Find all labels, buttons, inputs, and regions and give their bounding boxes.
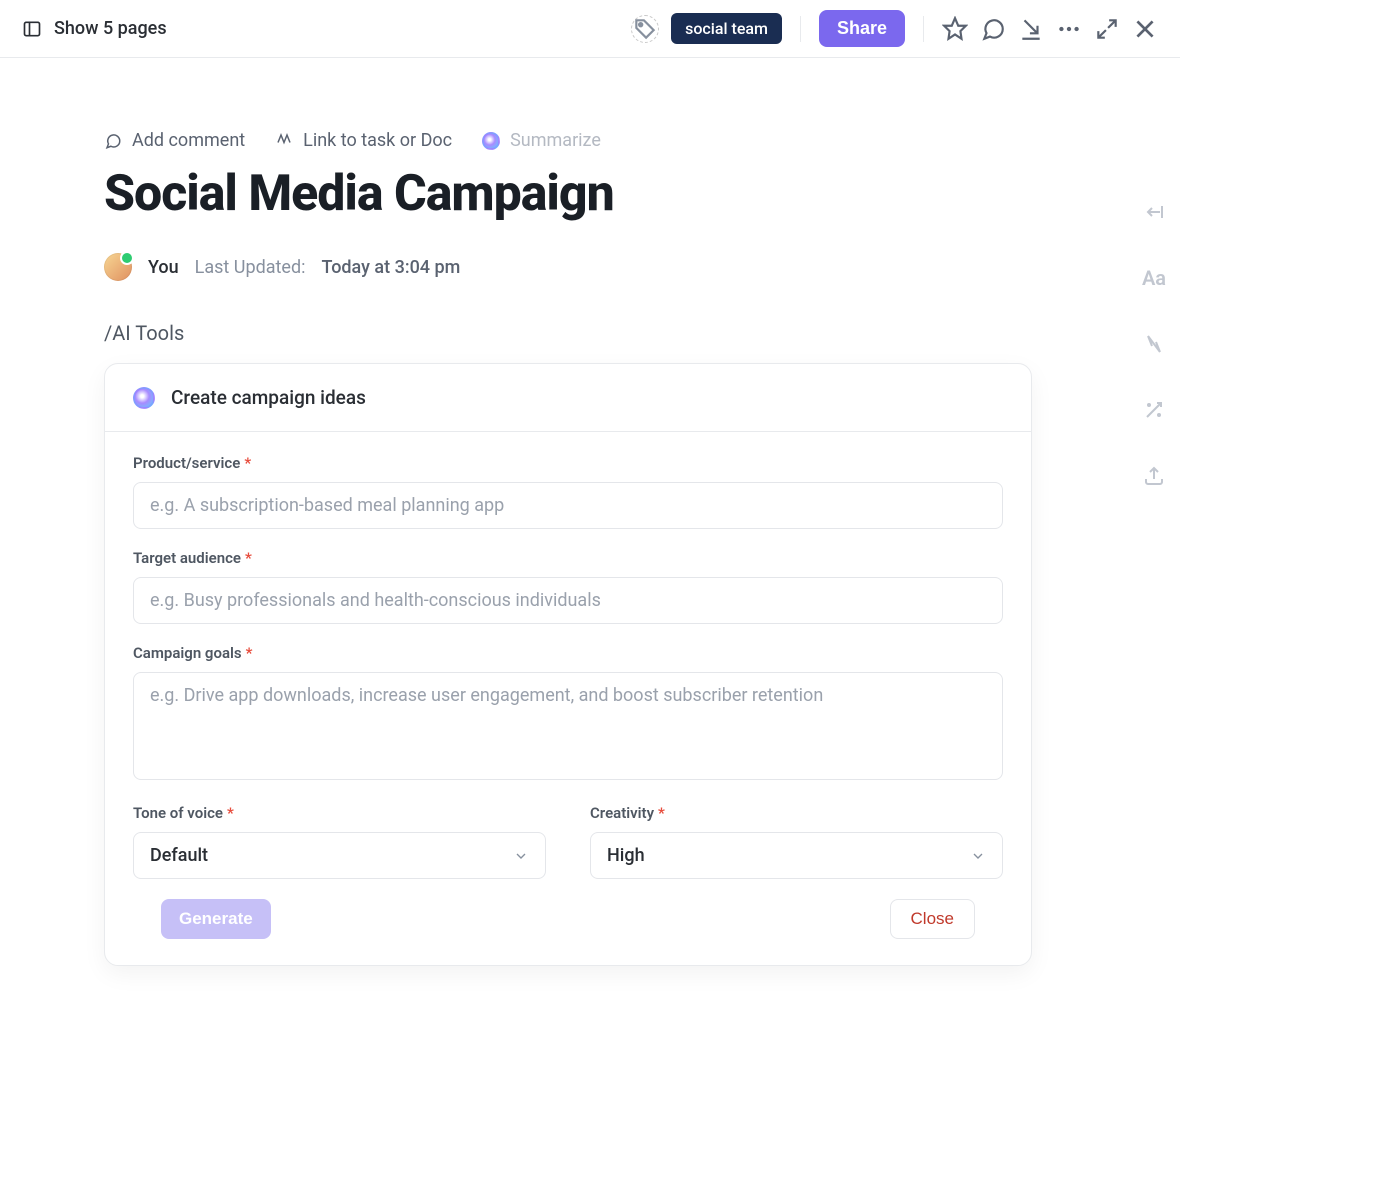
audience-input[interactable] [133,577,1003,624]
avatar[interactable] [104,253,132,281]
expand-icon[interactable] [1094,16,1120,42]
required-marker: * [245,549,252,567]
tone-value: Default [150,845,208,866]
add-tag-icon[interactable] [631,15,659,43]
link-task-action[interactable]: Link to task or Doc [275,130,452,151]
divider [923,16,924,42]
more-icon[interactable] [1056,16,1082,42]
goals-label: Campaign goals [133,644,242,662]
tone-label: Tone of voice [133,804,223,822]
upload-icon[interactable] [1142,464,1166,488]
summarize-action[interactable]: Summarize [482,130,601,151]
sidebar-toggle-icon[interactable] [22,19,42,39]
goals-input[interactable] [133,672,1003,780]
required-marker: * [244,454,251,472]
star-icon[interactable] [942,16,968,42]
tone-select[interactable]: Default [133,832,546,879]
ai-icon [482,132,500,150]
creativity-value: High [607,845,645,866]
link-icon [275,132,293,150]
link-task-label: Link to task or Doc [303,130,452,151]
summarize-label: Summarize [510,130,601,151]
ai-card-title: Create campaign ideas [171,386,366,409]
product-label: Product/service [133,454,240,472]
add-comment-label: Add comment [132,130,245,151]
updated-timestamp: Today at 3:04 pm [321,257,460,278]
close-icon[interactable] [1132,16,1158,42]
magic-wand-icon[interactable] [1142,398,1166,422]
tag-social-team[interactable]: social team [671,13,782,44]
ai-tool-card: Create campaign ideas Product/service* T… [104,363,1032,966]
generate-button[interactable]: Generate [161,899,271,939]
author-name: You [148,257,179,278]
typography-icon[interactable]: Aa [1142,266,1166,290]
ai-icon [133,387,155,409]
chevron-down-icon [513,848,529,864]
required-marker: * [227,804,234,822]
updated-label: Last Updated: [195,257,306,278]
audience-label: Target audience [133,549,241,567]
page-title: Social Media Campaign [104,165,1032,223]
show-pages-button[interactable]: Show 5 pages [54,18,167,39]
indent-icon[interactable] [1142,200,1166,224]
comment-icon[interactable] [980,16,1006,42]
close-button[interactable]: Close [890,899,975,939]
divider [800,16,801,42]
comment-icon [104,132,122,150]
product-input[interactable] [133,482,1003,529]
chevron-down-icon [970,848,986,864]
slash-command-text: /AI Tools [104,321,1032,345]
add-comment-action[interactable]: Add comment [104,130,245,151]
download-icon[interactable] [1018,16,1044,42]
creativity-select[interactable]: High [590,832,1003,879]
sort-icon[interactable] [1142,332,1166,356]
required-marker: * [246,644,253,662]
required-marker: * [658,804,665,822]
creativity-label: Creativity [590,804,654,822]
share-button[interactable]: Share [819,10,905,47]
